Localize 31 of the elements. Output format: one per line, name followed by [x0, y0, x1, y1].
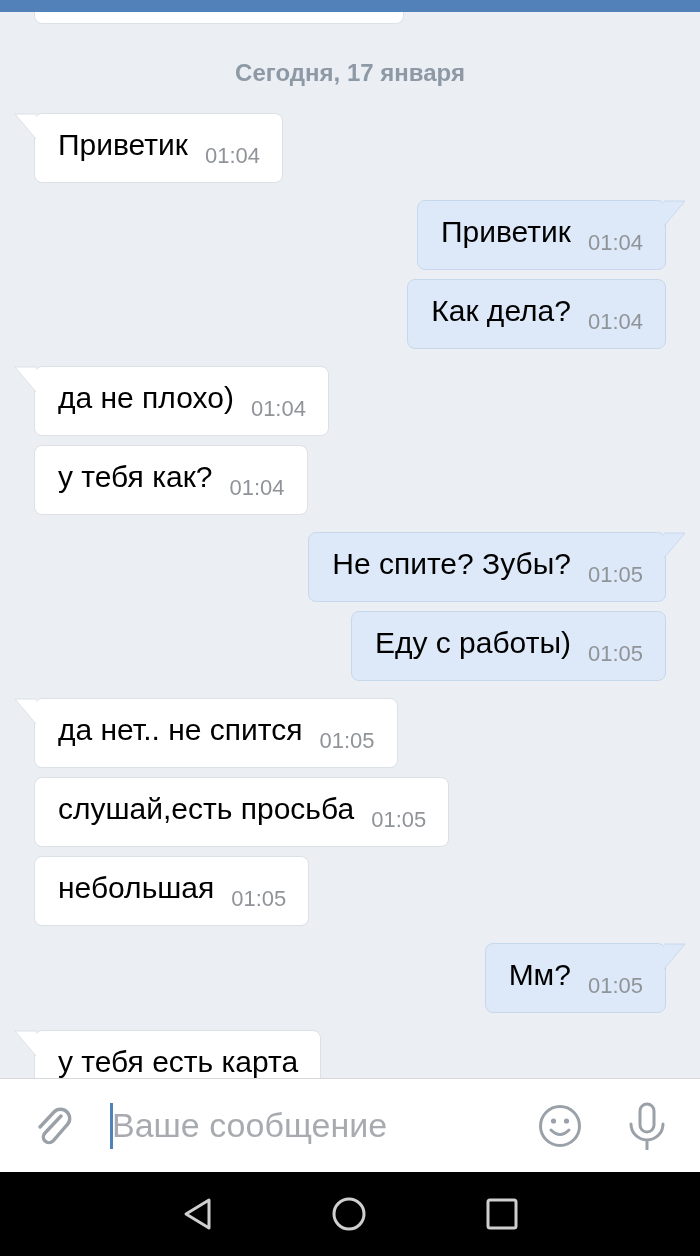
message-time: 01:04: [204, 143, 260, 169]
back-icon[interactable]: [182, 1197, 212, 1231]
message-text: Как дела?: [431, 294, 571, 328]
message-time: 01:05: [371, 807, 427, 833]
message-composer[interactable]: Ваше сообщение: [0, 1078, 700, 1172]
message-text: Приветик: [58, 128, 188, 162]
message-time: 01:05: [319, 728, 375, 754]
message-text: да не плохо): [58, 381, 234, 415]
message-time: 01:04: [587, 230, 643, 256]
home-icon[interactable]: [332, 1197, 366, 1231]
smiley-icon[interactable]: [538, 1103, 582, 1148]
message-text: небольшая: [58, 871, 215, 905]
message-time: 01:04: [587, 309, 643, 335]
text-cursor: [110, 1102, 113, 1149]
message-text: у тебя как?: [58, 460, 213, 494]
message-text: Не спите? Зубы?: [332, 547, 571, 581]
message-time: 01:04: [250, 396, 306, 422]
message-time: 01:05: [587, 973, 643, 999]
recent-apps-icon[interactable]: [486, 1198, 518, 1230]
message-time: 01:05: [587, 641, 643, 667]
message-text: да нет.. не спится: [58, 713, 303, 747]
microphone-icon[interactable]: [628, 1101, 666, 1150]
message-time: 01:05: [587, 562, 643, 588]
message-text: у тебя есть карта: [58, 1045, 299, 1078]
message-text: Еду с работы): [374, 626, 571, 660]
message-text: Приветик: [441, 215, 571, 249]
message-time: 01:05: [231, 886, 287, 912]
message-text: Мм?: [508, 958, 571, 992]
message-time: 01:04: [229, 475, 285, 501]
date-separator: Сегодня, 17 января: [235, 59, 465, 87]
message-text: слушай,есть просьба: [58, 792, 355, 826]
